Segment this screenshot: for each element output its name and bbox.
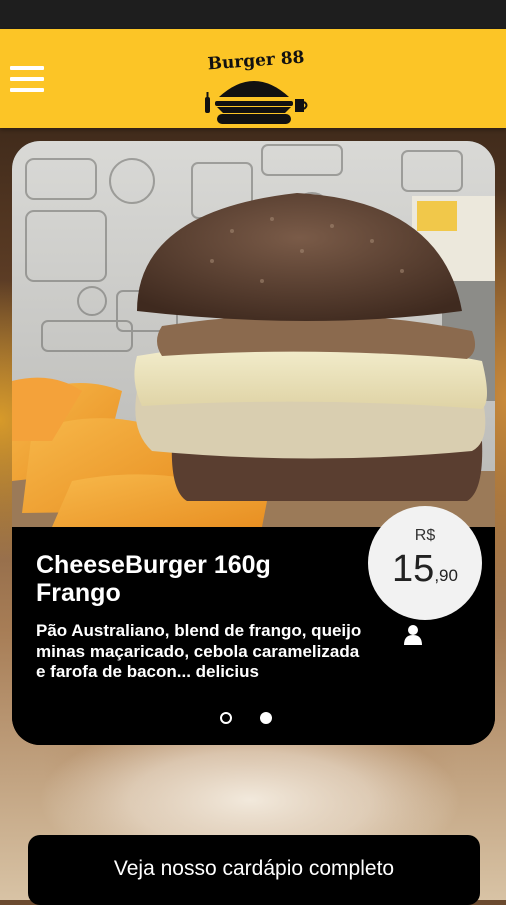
brand-logo[interactable]: Burger 88	[197, 48, 312, 129]
carousel-dot-1[interactable]	[220, 712, 232, 724]
product-name: CheeseBurger 160g Frango	[36, 551, 271, 607]
product-card[interactable]: CheeseBurger 160g Frango Pão Australiano…	[12, 141, 495, 745]
full-menu-button[interactable]: Veja nosso cardápio completo	[28, 835, 480, 905]
price-cents: ,90	[434, 566, 458, 585]
product-photo	[12, 141, 495, 527]
product-description: Pão Australiano, blend de frango, queijo…	[36, 621, 362, 681]
status-bar	[0, 0, 506, 29]
price-currency: R$	[414, 527, 436, 544]
price-value: 15,90	[368, 548, 482, 591]
top-bar: Burger 88	[0, 29, 506, 128]
price-main: 15	[392, 548, 435, 590]
hamburger-menu-icon[interactable]	[10, 66, 44, 96]
carousel-dot-2-active[interactable]	[260, 712, 272, 724]
person-icon	[404, 625, 422, 645]
carousel-indicators	[220, 712, 290, 726]
price-badge: R$ 15,90	[368, 506, 482, 620]
